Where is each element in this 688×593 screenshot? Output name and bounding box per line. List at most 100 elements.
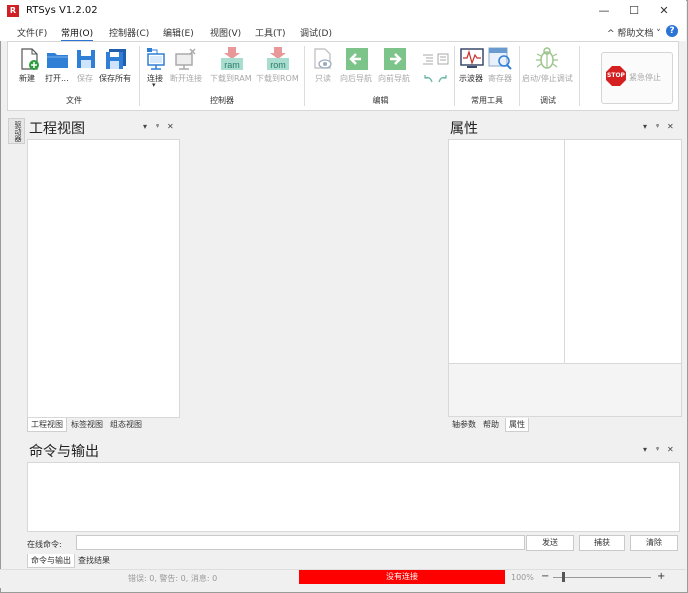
props-panel-title: 属性	[450, 121, 478, 137]
project-tree[interactable]	[27, 139, 180, 418]
project-panel-title: 工程视图	[29, 121, 85, 137]
pin-icon[interactable]: ᵠ	[656, 445, 659, 454]
download-rom-button[interactable]: rom	[265, 46, 291, 75]
download-rom-icon: rom	[267, 47, 289, 70]
group-label-tools: 常用工具	[471, 96, 503, 105]
connection-status: 没有连接	[299, 570, 505, 584]
tab-search-results[interactable]: 查找结果	[78, 555, 110, 566]
outdent-button[interactable]	[437, 53, 449, 68]
navigate-forward-button[interactable]	[383, 47, 407, 74]
oscilloscope-button[interactable]	[459, 46, 485, 73]
window-title: RTSys V1.2.02	[26, 5, 98, 16]
menu-common[interactable]: 常用(O)	[61, 26, 94, 42]
readonly-label: 只读	[315, 74, 331, 83]
download-ram-label: 下载到RAM	[210, 74, 252, 83]
indent-icon	[423, 54, 433, 65]
bug-icon	[536, 47, 558, 69]
side-tab-drive[interactable]: 驱动器	[8, 118, 25, 144]
ribbon-separator	[139, 46, 140, 106]
menu-controller[interactable]: 控制器(C)	[109, 26, 149, 39]
minimize-button[interactable]: —	[589, 3, 619, 19]
save-all-icon	[106, 49, 126, 69]
arrow-left-icon	[346, 48, 368, 70]
open-file-button[interactable]	[45, 47, 71, 74]
connect-dropdown-icon[interactable]: ▾	[152, 81, 156, 89]
panel-dropdown-icon[interactable]: ▾	[643, 122, 647, 131]
open-file-label: 打开...	[45, 74, 69, 83]
arrow-right-icon	[384, 48, 406, 70]
tab-help[interactable]: 帮助	[483, 419, 499, 430]
start-stop-debug-label: 启动/停止调试	[522, 74, 573, 83]
register-button[interactable]	[487, 46, 513, 73]
readonly-button[interactable]	[311, 47, 335, 74]
navigate-back-label: 向后导航	[340, 74, 372, 83]
pin-icon[interactable]: ᵠ	[656, 122, 659, 131]
output-area[interactable]	[27, 462, 680, 532]
ribbon-separator	[304, 46, 305, 106]
indent-button[interactable]	[422, 53, 434, 68]
tab-config-view[interactable]: 组态视图	[110, 419, 142, 430]
send-button[interactable]: 发送	[526, 535, 574, 551]
zoom-slider-handle[interactable]	[562, 572, 565, 582]
panel-dropdown-icon[interactable]: ▾	[643, 445, 647, 454]
new-file-label: 新建	[19, 74, 35, 83]
disconnect-icon	[175, 48, 196, 70]
stop-sign-icon: STOP	[606, 66, 626, 86]
panel-dropdown-icon[interactable]: ▾	[143, 122, 147, 131]
menu-edit[interactable]: 编辑(E)	[163, 26, 194, 39]
save-all-button[interactable]	[104, 47, 128, 74]
close-icon[interactable]: ✕	[667, 445, 674, 454]
help-docs-link[interactable]: ^ 帮助文档 ˅	[607, 26, 661, 39]
close-icon[interactable]: ✕	[167, 122, 174, 131]
zoom-in-button[interactable]: +	[657, 571, 665, 582]
oscilloscope-icon	[460, 48, 484, 68]
undo-button[interactable]	[422, 74, 434, 87]
maximize-button[interactable]: ☐	[619, 3, 649, 19]
tab-label-view[interactable]: 标签视图	[71, 419, 103, 430]
online-command-input[interactable]	[76, 535, 525, 550]
save-all-label: 保存所有	[99, 74, 131, 83]
help-icon[interactable]: ?	[666, 25, 678, 37]
tab-project-view[interactable]: 工程视图	[27, 418, 67, 432]
save-button[interactable]	[75, 47, 97, 74]
tab-properties[interactable]: 属性	[505, 418, 529, 432]
download-ram-button[interactable]: ram	[219, 46, 245, 75]
rom-icon-text: rom	[270, 60, 286, 70]
group-label-debug: 调试	[540, 96, 556, 105]
navigate-back-button[interactable]	[345, 47, 369, 74]
download-rom-label: 下载到ROM	[256, 74, 299, 83]
zoom-out-button[interactable]: −	[541, 571, 549, 582]
readonly-icon	[314, 48, 332, 69]
props-value-column[interactable]	[564, 139, 682, 364]
ram-icon-text: ram	[224, 60, 240, 70]
props-description	[448, 363, 682, 417]
connect-icon	[147, 48, 165, 70]
menu-debug[interactable]: 调试(D)	[300, 26, 332, 39]
new-file-icon	[21, 48, 39, 70]
group-label-edit: 编辑	[372, 96, 389, 105]
tab-axis-params[interactable]: 轴参数	[452, 419, 476, 430]
download-ram-icon: ram	[221, 47, 243, 70]
online-command-label: 在线命令:	[27, 540, 62, 549]
start-stop-debug-button[interactable]	[535, 47, 559, 74]
pin-icon[interactable]: ᵠ	[156, 122, 159, 131]
close-icon[interactable]: ✕	[667, 122, 674, 131]
menu-file[interactable]: 文件(F)	[17, 26, 47, 39]
props-name-column	[448, 139, 565, 364]
new-file-button[interactable]	[17, 47, 41, 74]
zoom-slider-track[interactable]	[553, 577, 651, 578]
redo-button[interactable]	[437, 74, 449, 87]
close-window-button[interactable]: ✕	[649, 3, 679, 19]
tab-command-output[interactable]: 命令与输出	[27, 554, 75, 568]
capture-button[interactable]: 捕获	[579, 535, 625, 551]
app-logo-icon: R	[7, 5, 19, 17]
save-label: 保存	[77, 74, 93, 83]
outdent-icon	[437, 53, 449, 65]
menu-tools[interactable]: 工具(T)	[255, 26, 286, 39]
oscilloscope-label: 示波器	[459, 74, 483, 83]
connect-button[interactable]	[144, 46, 168, 75]
disconnect-button[interactable]	[172, 46, 198, 75]
menu-view[interactable]: 视图(V)	[210, 26, 241, 39]
group-label-file: 文件	[66, 96, 82, 105]
clear-button[interactable]: 清除	[630, 535, 678, 551]
